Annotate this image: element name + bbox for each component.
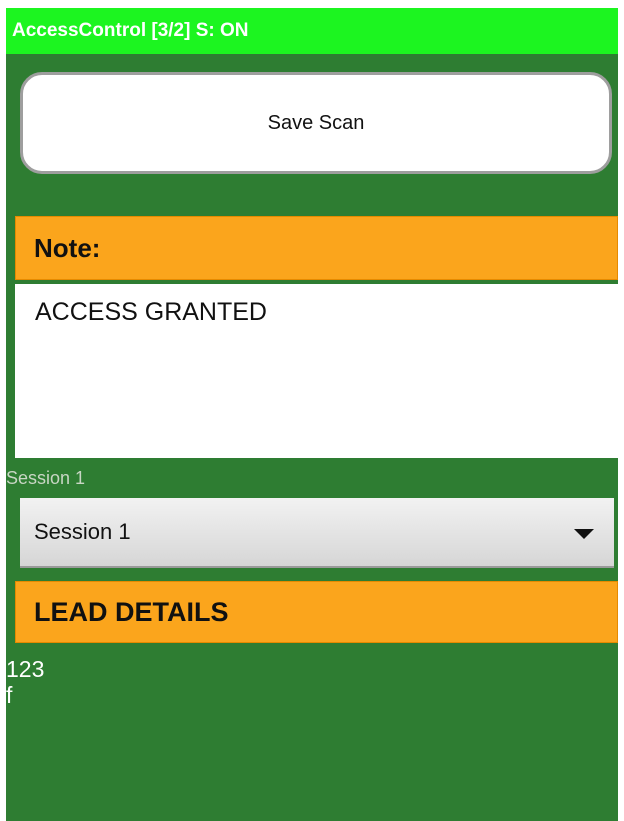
note-text: ACCESS GRANTED [35, 298, 267, 326]
note-header-label: Note: [34, 233, 101, 263]
lead-detail-line: 123 [6, 656, 45, 682]
lead-details-label: LEAD DETAILS [34, 597, 229, 627]
lead-details-header: LEAD DETAILS [15, 581, 618, 643]
session-field-label: Session 1 [6, 468, 86, 488]
note-section-header: Note: [15, 216, 618, 280]
session-selected-value: Session 1 [34, 519, 131, 544]
app-title-bar: AccessControl [3/2] S: ON [6, 8, 618, 54]
save-scan-button[interactable]: Save Scan [20, 72, 612, 174]
save-scan-label: Save Scan [267, 111, 365, 134]
chevron-down-icon [574, 529, 594, 539]
lead-detail-line: f [6, 682, 13, 708]
app-title: AccessControl [3/2] S: ON [12, 20, 249, 41]
lead-details-list: 123 f [6, 656, 44, 708]
session-dropdown[interactable]: Session 1 [20, 498, 614, 568]
app-screen: AccessControl [3/2] S: ON Save Scan Note… [6, 8, 618, 821]
note-text-area[interactable]: ACCESS GRANTED [15, 284, 618, 458]
